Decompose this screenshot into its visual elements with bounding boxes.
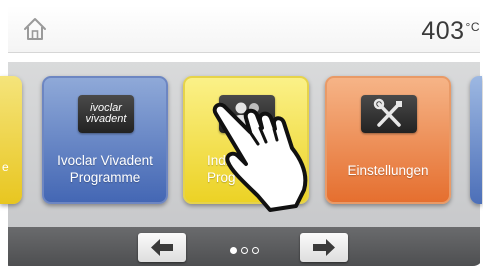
tile-label-line-1: Ivoclar Vivadent	[57, 153, 153, 168]
tools-icon	[361, 95, 417, 133]
page-indicator	[230, 241, 263, 254]
ivoclar-vivadent-logo: ivoclar vivadent	[78, 95, 134, 133]
tile-label: Einstellungen	[327, 162, 449, 179]
tile-label-line-1: Einstellungen	[347, 163, 429, 178]
arrow-left-icon	[151, 239, 173, 256]
temperature-unit: °C	[465, 20, 480, 34]
next-page-button[interactable]	[300, 233, 348, 262]
page-navigation-bar	[8, 227, 480, 266]
tile-label: Ivoclar Vivadent Programme	[44, 152, 166, 186]
pointing-hand-illustration	[212, 102, 308, 212]
partial-left-label: e	[2, 160, 9, 174]
header-bar: 403°C	[8, 6, 480, 53]
arrow-right-icon	[313, 239, 335, 256]
tile-partial-right[interactable]	[470, 76, 482, 204]
tile-partial-left[interactable]: e	[0, 76, 22, 204]
home-icon[interactable]	[22, 16, 48, 42]
page-dot-active	[230, 247, 237, 254]
temperature-value: 403	[421, 17, 465, 45]
tile-ivoclar-vivadent-programme[interactable]: ivoclar vivadent Ivoclar Vivadent Progra…	[42, 76, 168, 204]
tile-label-line-2: Programme	[69, 170, 141, 185]
previous-page-button[interactable]	[138, 233, 186, 262]
touch-screen: 403°C e ivoclar vivadent Ivoclar Vivaden…	[0, 0, 483, 266]
page-dot	[241, 247, 248, 254]
temperature-display: 403°C	[421, 17, 480, 46]
tile-einstellungen[interactable]: Einstellungen	[325, 76, 451, 204]
page-dot	[252, 247, 259, 254]
logo-line-2: vivadent	[85, 113, 127, 125]
